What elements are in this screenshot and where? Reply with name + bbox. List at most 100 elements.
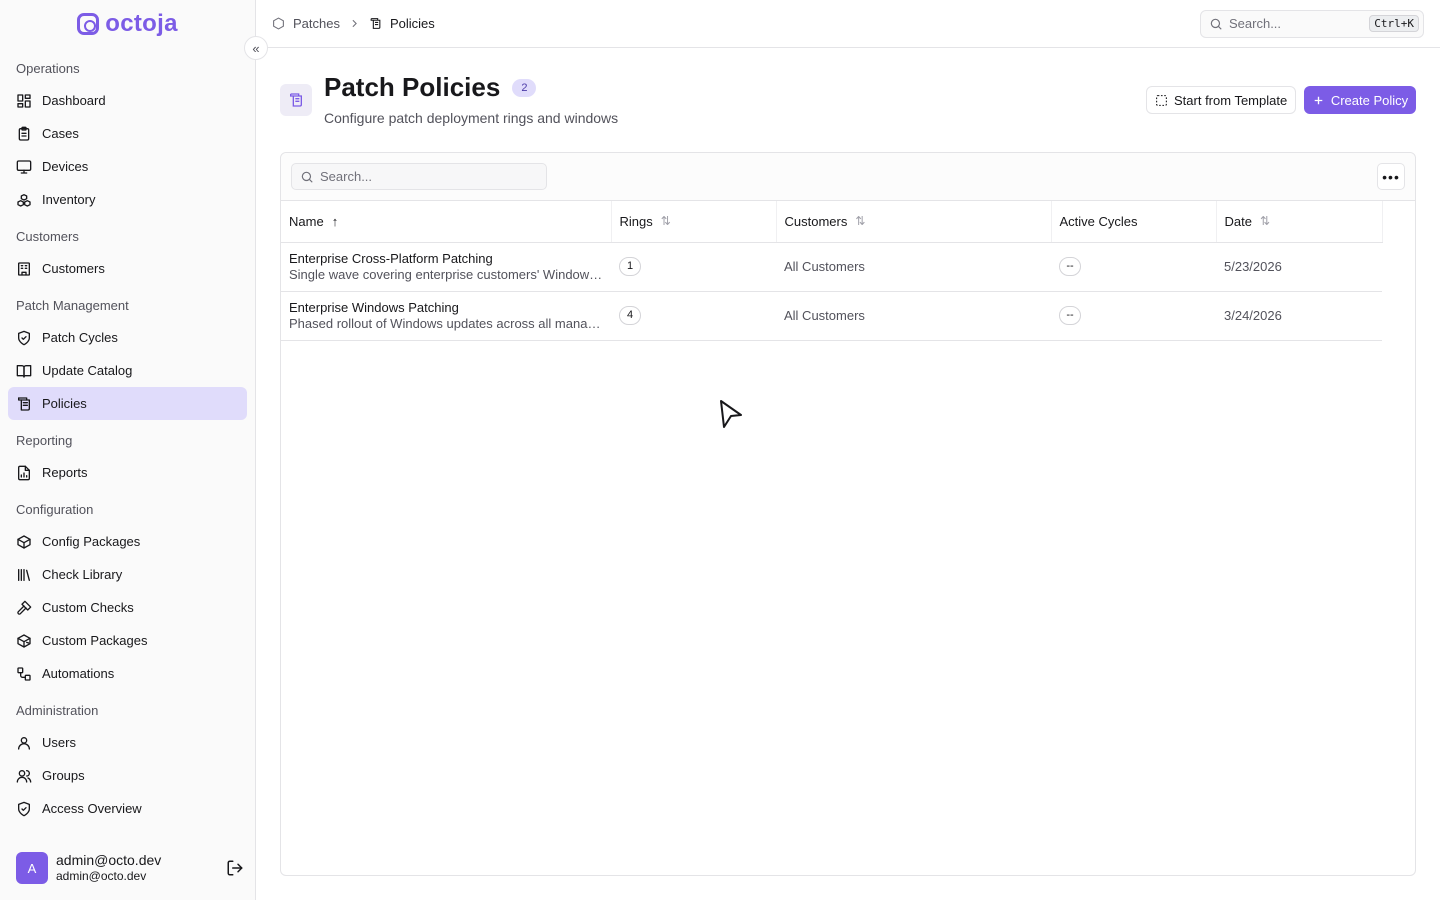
sidebar-item-patch-cycles[interactable]: Patch Cycles xyxy=(8,321,247,354)
sidebar-item-cases[interactable]: Cases xyxy=(8,117,247,150)
column-rings-label: Rings xyxy=(619,213,653,229)
sidebar-item-automations[interactable]: Automations xyxy=(8,657,247,690)
sidebar-item-label: Access Overview xyxy=(42,801,142,816)
user-email: admin@octo.dev xyxy=(56,869,147,884)
cell-name: Enterprise Windows Patching Phased rollo… xyxy=(281,291,611,341)
column-header-rings[interactable]: Rings ⇅ xyxy=(611,201,777,243)
scroll-icon xyxy=(290,93,302,107)
sidebar-item-label: Update Catalog xyxy=(42,363,133,378)
sort-icon: ⇅ xyxy=(660,214,671,229)
column-name-label: Name xyxy=(289,213,324,229)
sidebar-nav: Operations Dashboard Cases Devices Inventory… xyxy=(0,52,255,825)
cell-active-cycles: -- xyxy=(1051,291,1216,341)
logout-icon[interactable] xyxy=(226,859,244,877)
dashboard-icon xyxy=(17,93,31,108)
collapse-sidebar-button[interactable]: « xyxy=(244,36,268,60)
sidebar-item-label: Dashboard xyxy=(42,93,106,108)
nav-group-label: Patch Management xyxy=(16,297,129,313)
scroll-icon xyxy=(370,18,381,29)
shortcut-hint: Ctrl+K xyxy=(1369,15,1419,32)
sidebar-item-devices[interactable]: Devices xyxy=(8,150,247,183)
template-icon xyxy=(1156,94,1167,106)
breadcrumb-policies[interactable]: Policies xyxy=(390,16,435,31)
sidebar-item-check-library[interactable]: Check Library xyxy=(8,558,247,591)
cell-rings: 1 xyxy=(611,242,776,292)
page-icon xyxy=(280,84,312,116)
logo-text: octoja xyxy=(105,10,178,37)
column-active-cycles-label: Active Cycles xyxy=(1059,213,1138,229)
table-row[interactable]: Enterprise Cross-Platform Patching Singl… xyxy=(281,242,1382,292)
create-policy-label: Create Policy xyxy=(1330,92,1409,108)
shield-icon xyxy=(18,801,30,816)
column-header-name[interactable]: Name ↑ xyxy=(281,201,612,243)
cell-date: 3/24/2026 xyxy=(1216,291,1382,341)
scroll-icon xyxy=(18,396,30,411)
sidebar-item-dashboard[interactable]: Dashboard xyxy=(8,84,247,117)
package-plus-icon xyxy=(17,633,31,648)
column-header-date[interactable]: Date ⇅ xyxy=(1216,201,1383,243)
table-search-input[interactable]: Search... xyxy=(291,163,547,190)
sidebar-item-customers[interactable]: Customers xyxy=(8,252,247,285)
nav-group-label: Operations xyxy=(16,60,80,76)
search-placeholder: Search... xyxy=(1229,16,1282,31)
chevrons-left-icon: « xyxy=(252,40,260,56)
table-header-row: Name ↑ Rings ⇅ Customers ⇅ Active Cycles Da… xyxy=(281,201,1383,243)
breadcrumb-patches[interactable]: Patches xyxy=(293,16,340,31)
page-title: Patch Policies 2 xyxy=(324,72,537,103)
boxes-icon xyxy=(17,193,31,207)
nav-group-label: Customers xyxy=(16,228,79,244)
arrow-up-icon: ↑ xyxy=(331,213,339,229)
sidebar-item-label: Config Packages xyxy=(42,534,141,549)
sidebar-item-label: Cases xyxy=(42,126,79,141)
search-icon xyxy=(301,171,313,183)
policy-description: Single wave covering enterprise customer… xyxy=(289,266,603,282)
monitor-icon xyxy=(16,159,32,174)
sidebar-item-groups[interactable]: Groups xyxy=(8,759,247,792)
table-search-placeholder: Search... xyxy=(320,169,373,184)
start-from-template-button[interactable]: Start from Template xyxy=(1146,86,1297,114)
policy-name[interactable]: Enterprise Windows Patching xyxy=(289,300,603,316)
sidebar-item-label: Patch Cycles xyxy=(42,330,118,345)
nav-group-label: Reporting xyxy=(16,432,73,448)
logo[interactable]: octoja xyxy=(0,0,255,48)
users-icon xyxy=(16,769,32,783)
chevron-right-icon xyxy=(352,19,357,28)
sidebar-item-label: Policies xyxy=(42,396,87,411)
start-from-template-label: Start from Template xyxy=(1174,92,1288,108)
sidebar-item-users[interactable]: Users xyxy=(8,726,247,759)
rings-badge: 1 xyxy=(619,257,641,276)
sidebar-item-custom-packages[interactable]: Custom Packages xyxy=(8,624,247,657)
policy-name[interactable]: Enterprise Cross-Platform Patching xyxy=(289,251,603,267)
avatar: A xyxy=(16,852,48,884)
sidebar-item-inventory[interactable]: Inventory xyxy=(8,183,247,216)
column-header-customers[interactable]: Customers ⇅ xyxy=(776,201,1052,243)
sidebar-item-update-catalog[interactable]: Update Catalog xyxy=(8,354,247,387)
sidebar-item-label: Custom Checks xyxy=(42,600,134,615)
more-options-button[interactable]: ••• xyxy=(1377,163,1405,190)
cell-customers: All Customers xyxy=(776,242,1051,292)
clipboard-icon xyxy=(18,126,30,141)
column-header-active-cycles: Active Cycles xyxy=(1051,201,1217,243)
plus-icon xyxy=(1314,96,1323,104)
sidebar-item-label: Groups xyxy=(42,768,85,783)
table-row[interactable]: Enterprise Windows Patching Phased rollo… xyxy=(281,291,1382,341)
workflow-icon xyxy=(17,666,31,681)
sidebar-item-label: Check Library xyxy=(42,567,123,582)
sidebar-item-access-overview[interactable]: Access Overview xyxy=(8,792,247,825)
cell-date: 5/23/2026 xyxy=(1216,242,1382,292)
page-subtitle: Configure patch deployment rings and win… xyxy=(324,110,619,126)
sidebar-item-reports[interactable]: Reports xyxy=(8,456,247,489)
user-icon xyxy=(18,736,30,750)
cell-name: Enterprise Cross-Platform Patching Singl… xyxy=(281,242,611,292)
create-policy-button[interactable]: Create Policy xyxy=(1304,86,1416,114)
global-search-input[interactable]: Search... Ctrl+K xyxy=(1200,9,1424,38)
sidebar-item-config-packages[interactable]: Config Packages xyxy=(8,525,247,558)
sidebar-item-custom-checks[interactable]: Custom Checks xyxy=(8,591,247,624)
sidebar-item-policies[interactable]: Policies xyxy=(8,387,247,420)
sidebar: octoja Operations Dashboard Cases Devices In… xyxy=(0,0,256,900)
breadcrumb: Patches Policies xyxy=(272,16,435,31)
rings-badge: 4 xyxy=(619,306,641,325)
sidebar-item-label: Devices xyxy=(42,159,89,174)
user-profile[interactable]: A admin@octo.dev admin@octo.dev xyxy=(16,852,244,884)
ellipsis-icon: ••• xyxy=(1382,168,1400,185)
